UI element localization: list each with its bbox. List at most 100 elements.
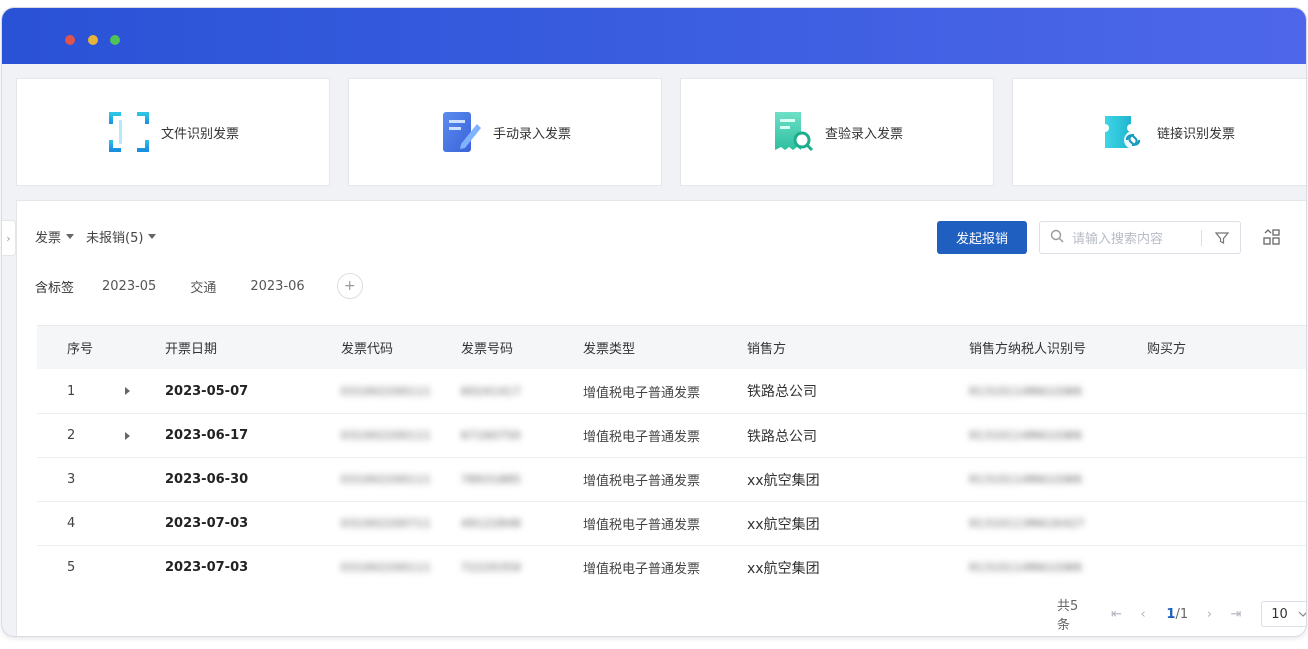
title-bar [2, 8, 1306, 64]
header-cell: 发票号码 [461, 342, 514, 357]
invoice-date: 2023-07-03 [165, 516, 249, 531]
row-index: 1 [67, 383, 76, 399]
table-row[interactable]: 2 2023-06-17 031002200111 67160750 增值税电子普通发票… [37, 413, 1306, 457]
tag-title: 含标签 [35, 280, 75, 296]
expand-toggle[interactable] [97, 414, 147, 457]
invoice-code: 031002200111 [341, 384, 431, 398]
buyer-name [1127, 502, 1277, 545]
invoice-type: 增值税电子普通发票 [583, 518, 701, 533]
header-cell: 开票日期 [165, 342, 218, 357]
search-input[interactable]: 请输入搜索内容 [1072, 228, 1201, 247]
minimize-window-button[interactable] [88, 35, 98, 45]
app-window: 文件识别发票 手动录入发票 查验录入发票 链接识别发票 发票 未报销(5) 发起… [2, 8, 1306, 636]
seller-tax-id: 91310113MA1K427 [969, 517, 1085, 530]
card-label: 文件识别发票 [160, 126, 239, 142]
invoice-code: 031002200111 [341, 561, 431, 574]
seller-tax-id: 91310114MA1GW6 [969, 429, 1083, 442]
chevron-down-icon [1298, 611, 1306, 617]
edit-document-icon [439, 110, 483, 154]
buyer-name [1127, 546, 1277, 589]
card-verify-entry[interactable]: 查验录入发票 [680, 78, 994, 186]
maximize-window-button[interactable] [110, 35, 120, 45]
invoice-type-dropdown[interactable]: 发票 [35, 227, 75, 246]
row-index: 5 [67, 560, 76, 575]
invoice-type: 增值税电子普通发票 [583, 385, 701, 401]
total-pages: /1 [1175, 606, 1189, 622]
seller-name: xx航空集团 [747, 560, 820, 577]
status-label: 未报销(5) [86, 231, 144, 246]
scan-frame-icon [107, 110, 151, 154]
page-size-select[interactable]: 10 [1261, 601, 1306, 627]
card-label: 查验录入发票 [824, 126, 903, 142]
buyer-name [1127, 414, 1277, 457]
first-page-button[interactable]: ⇤ [1105, 607, 1128, 622]
side-collapse-handle[interactable]: › [2, 220, 16, 256]
total-count: 共5条 [1057, 599, 1079, 633]
next-page-button[interactable]: › [1198, 607, 1221, 622]
table-row[interactable]: 1 2023-05-07 031002200111 60241417 增值税电子普通发票… [37, 369, 1306, 413]
card-file-recognize[interactable]: 文件识别发票 [16, 78, 330, 186]
seller-name: xx航空集团 [747, 472, 820, 489]
status-dropdown[interactable]: 未报销(5) [86, 227, 157, 246]
invoice-table: 序号 开票日期 发票代码 发票号码 发票类型 销售方 销售方纳税人识别号 购买方… [37, 325, 1306, 589]
card-label: 手动录入发票 [492, 126, 571, 142]
column-settings-icon[interactable] [1263, 228, 1281, 250]
table-row[interactable]: 5 2023-07-03 031002200111 72220359 增值税电子普通发票… [37, 545, 1306, 589]
seller-tax-id: 91310114MA1GW6 [969, 384, 1083, 398]
table-row[interactable]: 3 2023-06-30 031002200111 78931885 增值税电子普通发票… [37, 457, 1306, 501]
search-icon [1050, 228, 1064, 247]
row-index: 4 [67, 516, 76, 531]
caret-down-icon [148, 234, 157, 239]
tag-bar: 含标签 2023-05 交通 2023-06 + [35, 273, 363, 299]
start-reimbursement-button[interactable]: 发起报销 [937, 221, 1027, 254]
expand-toggle[interactable] [97, 369, 147, 413]
add-tag-button[interactable]: + [336, 273, 363, 299]
invoice-date: 2023-06-30 [165, 472, 249, 487]
divider [1201, 229, 1202, 246]
tag-item[interactable]: 交通 [190, 277, 216, 296]
page-size-value: 10 [1271, 606, 1288, 622]
last-page-button[interactable]: ⇥ [1225, 607, 1248, 622]
entry-cards: 文件识别发票 手动录入发票 查验录入发票 链接识别发票 [16, 78, 1306, 186]
header-cell-expand [97, 326, 147, 369]
row-index: 2 [67, 428, 76, 443]
buyer-name [1127, 458, 1277, 501]
verify-receipt-icon [771, 110, 815, 154]
filter-icon[interactable] [1210, 231, 1234, 245]
invoice-code: 031002200111 [341, 473, 431, 486]
invoice-number: 49122848 [461, 517, 521, 530]
caret-down-icon [66, 234, 75, 239]
invoice-date: 2023-06-17 [165, 428, 249, 443]
table-header: 序号 开票日期 发票代码 发票号码 发票类型 销售方 销售方纳税人识别号 购买方 [37, 325, 1306, 369]
expand-arrow-icon[interactable] [125, 431, 130, 440]
close-window-button[interactable] [65, 35, 75, 45]
invoice-number: 67160750 [461, 429, 521, 442]
invoice-number: 60241417 [461, 384, 521, 398]
invoice-code: 031002200711 [341, 517, 431, 530]
seller-name: xx航空集团 [747, 516, 820, 533]
expand-arrow-icon[interactable] [125, 387, 130, 395]
card-link-recognize[interactable]: 链接识别发票 [1012, 78, 1306, 186]
buyer-name [1127, 369, 1277, 413]
invoice-number: 78931885 [461, 473, 521, 486]
expand-toggle [97, 502, 147, 545]
prev-page-button[interactable]: ‹ [1132, 607, 1155, 622]
card-manual-entry[interactable]: 手动录入发票 [348, 78, 662, 186]
header-cell: 发票代码 [341, 342, 394, 357]
invoice-panel: 发票 未报销(5) 发起报销 请输入搜索内容 含标签 2023-05 交通 20… [16, 200, 1306, 636]
filter-bar: 发票 未报销(5) [35, 227, 168, 246]
header-cell: 销售方 [747, 342, 787, 357]
tag-item[interactable]: 2023-06 [250, 279, 304, 294]
search-box[interactable]: 请输入搜索内容 [1039, 221, 1241, 254]
table-body: 1 2023-05-07 031002200111 60241417 增值税电子普通发票… [37, 369, 1306, 589]
seller-tax-id: 91310114MA1GW6 [969, 473, 1083, 486]
tag-item[interactable]: 2023-05 [102, 279, 156, 294]
seller-tax-id: 91310114MA1GW6 [969, 561, 1083, 574]
seller-name: 铁路总公司 [747, 384, 817, 400]
invoice-type: 增值税电子普通发票 [583, 562, 701, 577]
header-cell: 购买方 [1147, 342, 1187, 357]
card-label: 链接识别发票 [1156, 126, 1235, 142]
page-indicator: 1/1 [1166, 607, 1188, 622]
table-row[interactable]: 4 2023-07-03 031002200711 49122848 增值税电子普通发票… [37, 501, 1306, 545]
invoice-date: 2023-07-03 [165, 560, 249, 575]
